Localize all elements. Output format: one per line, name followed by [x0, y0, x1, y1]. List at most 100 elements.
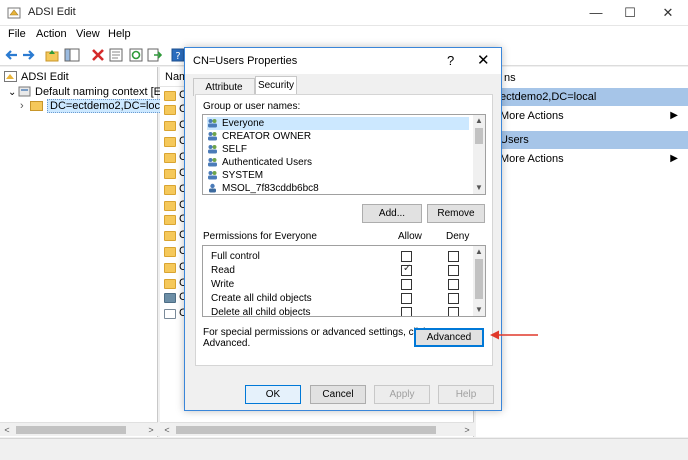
- user-row-everyone[interactable]: Everyone: [207, 117, 469, 130]
- permission-create-children: Create all child objects: [211, 293, 312, 304]
- scroll-up-icon[interactable]: ▲: [473, 115, 485, 127]
- user-icon: [209, 183, 216, 193]
- group-users-listbox[interactable]: Everyone CREATOR OWNER SELF Authenticate…: [202, 114, 486, 195]
- user-name: SELF: [222, 144, 248, 155]
- user-name: Authenticated Users: [222, 157, 313, 168]
- ok-button[interactable]: OK: [245, 385, 301, 404]
- submenu-arrow-icon: ▶: [670, 110, 678, 121]
- delete-children-deny-checkbox[interactable]: [448, 307, 459, 316]
- cancel-button[interactable]: Cancel: [310, 385, 366, 404]
- full-control-deny-checkbox[interactable]: [448, 251, 459, 262]
- security-tab-page: Group or user names: Everyone CREATOR OW…: [195, 94, 493, 366]
- menu-bar: File Action View Help: [0, 26, 688, 44]
- tree-pane: ADSI Edit ⌄ Default naming context [EC2 ›…: [0, 67, 175, 437]
- group-icon: [208, 158, 217, 167]
- users-vertical-scrollbar[interactable]: ▲ ▼: [473, 115, 485, 194]
- help-button[interactable]: Help: [438, 385, 494, 404]
- user-row-self[interactable]: SELF: [207, 143, 247, 156]
- actions-section-domain[interactable]: ectdemo2,DC=local: [476, 88, 688, 106]
- adsi-edit-icon: [4, 71, 17, 82]
- close-button[interactable]: ✕: [648, 0, 688, 26]
- folder-icon: [164, 121, 176, 131]
- refresh-icon[interactable]: [128, 47, 144, 63]
- add-button[interactable]: Add...: [362, 204, 422, 223]
- dialog-title: CN=Users Properties: [193, 55, 298, 67]
- scroll-right-icon[interactable]: >: [460, 423, 474, 437]
- full-control-allow-checkbox[interactable]: [401, 251, 412, 262]
- remove-button[interactable]: Remove: [427, 204, 485, 223]
- menu-file[interactable]: File: [8, 28, 26, 40]
- folder-icon: [164, 91, 176, 101]
- folder-icon: [164, 215, 176, 225]
- adsi-edit-app-icon: [7, 7, 21, 19]
- delete-children-allow-checkbox[interactable]: [401, 307, 412, 316]
- collapse-chevron-icon[interactable]: ⌄: [8, 86, 18, 100]
- user-name: MSOL_7f83cddb6bc8: [222, 183, 319, 194]
- folder-icon: [164, 169, 176, 179]
- create-children-allow-checkbox[interactable]: [401, 293, 412, 304]
- folder-icon: [164, 201, 176, 211]
- user-row-msol[interactable]: MSOL_7f83cddb6bc8: [207, 182, 319, 195]
- properties-icon[interactable]: [108, 47, 124, 63]
- tree-horizontal-scrollbar[interactable]: < >: [0, 422, 158, 436]
- scroll-down-icon[interactable]: ▼: [473, 182, 485, 194]
- export-list-icon[interactable]: [146, 47, 162, 63]
- scroll-left-icon[interactable]: <: [0, 423, 14, 437]
- menu-action[interactable]: Action: [36, 28, 67, 40]
- expand-chevron-icon[interactable]: ›: [20, 99, 30, 113]
- menu-help[interactable]: Help: [108, 28, 131, 40]
- group-icon: [208, 145, 217, 154]
- permission-write: Write: [211, 279, 235, 290]
- delete-icon[interactable]: [90, 47, 106, 63]
- tree-root[interactable]: ADSI Edit: [4, 70, 69, 84]
- tree-item-domain[interactable]: › DC=ectdemo2,DC=local: [20, 99, 172, 113]
- tree-item-default-naming-context[interactable]: ⌄ Default naming context [EC2: [8, 85, 175, 99]
- maximize-button[interactable]: ☐: [610, 0, 650, 26]
- forward-arrow-icon[interactable]: [20, 47, 36, 63]
- user-row-authenticated-users[interactable]: Authenticated Users: [207, 156, 312, 169]
- scroll-up-icon[interactable]: ▲: [473, 246, 485, 258]
- scroll-left-icon[interactable]: <: [160, 423, 174, 437]
- folder-icon: [164, 279, 176, 289]
- group-icon: [208, 132, 217, 141]
- scrollbar-thumb[interactable]: [475, 259, 483, 299]
- menu-view[interactable]: View: [76, 28, 100, 40]
- write-deny-checkbox[interactable]: [448, 279, 459, 290]
- write-allow-checkbox[interactable]: [401, 279, 412, 290]
- user-name: Everyone: [222, 118, 265, 129]
- permission-full-control: Full control: [211, 251, 260, 262]
- read-deny-checkbox[interactable]: [448, 265, 459, 276]
- object-icon: [164, 309, 176, 319]
- create-children-deny-checkbox[interactable]: [448, 293, 459, 304]
- dialog-close-button[interactable]: ✕: [477, 51, 490, 69]
- permissions-vertical-scrollbar[interactable]: ▲ ▼: [473, 246, 485, 316]
- scrollbar-thumb[interactable]: [475, 128, 483, 144]
- user-row-system[interactable]: SYSTEM: [207, 169, 263, 182]
- server-icon: [18, 86, 31, 97]
- back-arrow-icon[interactable]: [4, 47, 20, 63]
- more-actions-label: More Actions: [500, 110, 564, 122]
- deny-column-header: Deny: [446, 231, 470, 242]
- more-actions-domain[interactable]: More Actions ▶: [476, 108, 688, 124]
- advanced-button[interactable]: Advanced: [414, 328, 484, 347]
- actions-section-users[interactable]: Users: [476, 131, 688, 149]
- scroll-down-icon[interactable]: ▼: [473, 304, 485, 316]
- group-icon: [208, 171, 217, 180]
- scrollbar-thumb[interactable]: [176, 426, 436, 434]
- permission-read: Read: [211, 265, 235, 276]
- scroll-right-icon[interactable]: >: [144, 423, 158, 437]
- user-row-creator-owner[interactable]: CREATOR OWNER: [207, 130, 311, 143]
- container-icon: [164, 293, 176, 303]
- tab-security[interactable]: Security: [255, 76, 297, 96]
- annotation-arrow-icon: [490, 330, 538, 340]
- dialog-help-button[interactable]: ?: [447, 53, 454, 68]
- tree-root-label: ADSI Edit: [21, 71, 69, 83]
- up-folder-icon[interactable]: [44, 47, 60, 63]
- allow-column-header: Allow: [398, 231, 422, 242]
- list-horizontal-scrollbar[interactable]: < >: [160, 422, 474, 436]
- read-allow-checkbox[interactable]: [401, 263, 412, 276]
- more-actions-users[interactable]: More Actions ▶: [476, 151, 688, 167]
- apply-button[interactable]: Apply: [374, 385, 430, 404]
- scrollbar-thumb[interactable]: [16, 426, 126, 434]
- show-hide-tree-icon[interactable]: [64, 47, 80, 63]
